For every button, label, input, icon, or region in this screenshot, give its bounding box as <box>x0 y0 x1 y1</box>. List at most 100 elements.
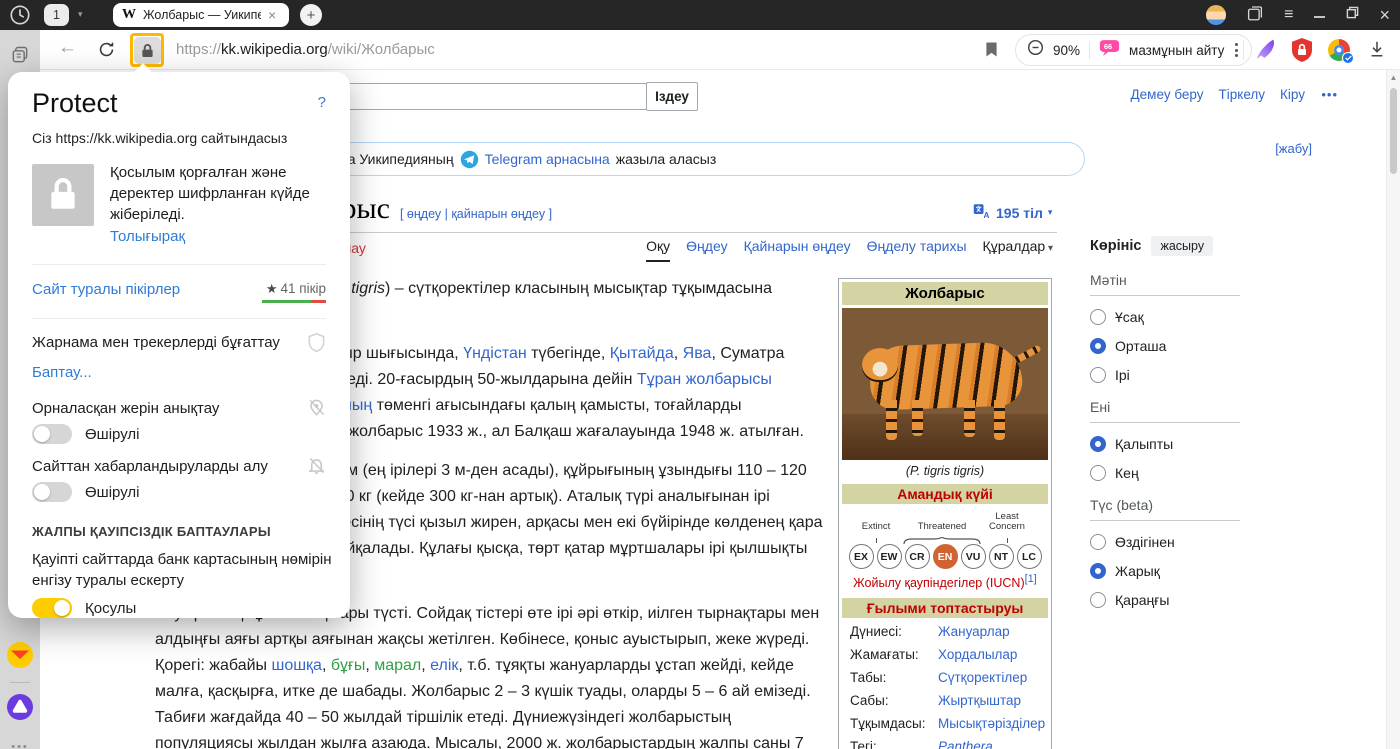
view-tab[interactable]: Оқу <box>646 238 671 262</box>
taxonomy-value[interactable]: Сүтқоректілер <box>938 670 1027 685</box>
wiki-more-options[interactable]: ••• <box>1321 87 1338 102</box>
bookmark-icon[interactable] <box>985 41 998 63</box>
page-scrollbar[interactable]: ▲ <box>1386 70 1400 749</box>
site-reviews-link[interactable]: Сайт туралы пікірлер <box>32 281 180 298</box>
radio-button[interactable] <box>1090 592 1106 608</box>
radio-option[interactable]: Жарық <box>1090 563 1240 579</box>
radio-button[interactable] <box>1090 563 1106 579</box>
zoom-out-icon[interactable] <box>1027 39 1044 61</box>
article-link[interactable]: бұғы <box>331 657 366 674</box>
header-link[interactable]: Тіркелу <box>1219 87 1266 102</box>
radio-option[interactable]: Ірі <box>1090 367 1240 383</box>
radio-button[interactable] <box>1090 465 1106 481</box>
history-icon[interactable] <box>9 4 31 31</box>
tab-close-icon[interactable]: × <box>268 8 276 22</box>
pen-extension-icon[interactable] <box>1254 37 1279 67</box>
status-ref[interactable]: [1] <box>1025 573 1037 585</box>
header-link[interactable]: Демеу беру <box>1131 87 1204 102</box>
view-tab[interactable]: Қайнарын өңдеу <box>744 238 851 260</box>
radio-button[interactable] <box>1090 534 1106 550</box>
view-tab[interactable]: Құралдар <box>983 238 1053 260</box>
close-window-icon[interactable]: × <box>1379 6 1390 24</box>
appearance-hide-button[interactable]: жасыру <box>1151 236 1214 256</box>
taxonomy-label: Табы: <box>850 670 887 685</box>
tab-list-chevron-icon[interactable]: ▾ <box>78 9 83 20</box>
taxonomy-row: Тегі: Panthera <box>850 739 1040 749</box>
article-link[interactable]: Тұран жолбарысы <box>637 371 772 388</box>
connection-more-link[interactable]: Толығырақ <box>110 228 185 245</box>
profile-avatar[interactable] <box>1206 5 1227 25</box>
yandex-mail-icon[interactable] <box>7 642 33 668</box>
site-rating[interactable]: ★ 41 пікір <box>266 281 326 297</box>
read-aloud-button[interactable]: мазмұнын айту <box>1129 43 1224 58</box>
telegram-link[interactable]: Telegram арнасына <box>485 151 610 167</box>
adblock-shield-icon[interactable] <box>1290 37 1314 68</box>
radio-option[interactable]: Ұсақ <box>1090 309 1240 325</box>
bank-warning-toggle[interactable] <box>32 598 72 618</box>
radio-option[interactable]: Кең <box>1090 465 1240 481</box>
pill-more-icon[interactable] <box>1233 43 1240 57</box>
radio-option[interactable]: Орташа <box>1090 338 1240 354</box>
taxonomy-value[interactable]: Жануарлар <box>938 624 1010 639</box>
article-link[interactable]: марал <box>374 657 421 674</box>
view-tab[interactable]: Өңделу тарихы <box>867 238 967 260</box>
taxonomy-label: Тегі: <box>850 739 877 749</box>
location-toggle[interactable] <box>32 424 72 444</box>
status-link[interactable]: Жойылу қаупіндегілер (IUCN) <box>853 576 1024 590</box>
header-link[interactable]: Кіру <box>1280 87 1305 102</box>
radio-option[interactable]: Қалыпты <box>1090 436 1240 452</box>
alice-assistant-icon[interactable] <box>7 694 33 720</box>
article-link[interactable]: елік <box>430 657 458 674</box>
minimize-icon[interactable] <box>1313 6 1326 24</box>
tab-counter[interactable]: 1 <box>44 4 69 26</box>
taxonomy-label: Тұқымдасы: <box>850 716 926 731</box>
back-icon[interactable]: ← <box>58 37 77 59</box>
restore-icon[interactable] <box>1346 6 1359 24</box>
tiger-photo[interactable] <box>842 308 1048 460</box>
menu-icon[interactable]: ≡ <box>1284 7 1293 23</box>
taxonomy-value[interactable]: Хордалылар <box>938 647 1017 662</box>
address-bar[interactable]: https://kk.wikipedia.org/wiki/Жолбарыс <box>176 41 435 58</box>
radio-option[interactable]: Өздігінен <box>1090 534 1240 550</box>
tab-panels-icon[interactable] <box>7 42 33 68</box>
banner-close-link[interactable]: [жабу] <box>1275 141 1312 156</box>
downloads-icon[interactable] <box>1368 40 1386 63</box>
adblock-settings-link[interactable]: Баптау... <box>32 364 92 381</box>
reload-icon[interactable] <box>97 40 116 64</box>
radio-button[interactable] <box>1090 436 1106 452</box>
status-label-threatened: Threatened <box>917 521 967 532</box>
rail-more-icon[interactable]: ••• <box>7 734 33 749</box>
taxobox-title: Жолбарыс <box>842 282 1048 305</box>
new-tab-button[interactable]: + <box>300 4 322 26</box>
browser-tab[interactable]: W Жолбарыс — Уикипедия × <box>113 3 289 27</box>
language-selector[interactable]: A 195 тіл ▾ <box>973 203 1052 222</box>
wiki-search-button[interactable]: Іздеу <box>646 82 698 111</box>
radio-button[interactable] <box>1090 338 1106 354</box>
zoom-level[interactable]: 90% <box>1053 43 1080 58</box>
status-code-en: EN <box>932 544 958 569</box>
protect-help-link[interactable]: ? <box>318 94 326 111</box>
location-off-icon <box>307 398 326 422</box>
article-link[interactable]: Қытайда <box>610 345 674 362</box>
article-link[interactable]: Үндістан <box>463 345 527 362</box>
scroll-thumb[interactable] <box>1390 88 1397 174</box>
article-link[interactable]: Ява <box>683 345 712 362</box>
taxonomy-value[interactable]: Panthera <box>938 739 993 749</box>
article-paragraph: Бауырының тұсы ашық сары түсті. Сойдақ т… <box>155 601 833 749</box>
bank-warning-label: Қауіпті сайттарда банк картасының нөмірі… <box>32 551 332 589</box>
radio-option[interactable]: Қараңғы <box>1090 592 1240 608</box>
notifications-toggle[interactable] <box>32 482 72 502</box>
status-label-extinct: Extinct <box>861 521 891 532</box>
radio-button[interactable] <box>1090 309 1106 325</box>
taxonomy-value[interactable]: Жыртқыштар <box>938 693 1021 708</box>
view-tab[interactable]: Өңдеу <box>686 238 727 260</box>
radio-label: Қараңғы <box>1115 592 1170 608</box>
article-link[interactable]: шошқа <box>271 657 321 674</box>
radio-button[interactable] <box>1090 367 1106 383</box>
scroll-up-arrow[interactable]: ▲ <box>1387 73 1400 82</box>
title-edit-links[interactable]: [ өңдеу | қайнарын өңдеу ] <box>400 207 552 221</box>
collections-icon[interactable] <box>1246 4 1264 27</box>
taxonomy-value[interactable]: Мысықтәрізділер <box>938 716 1045 731</box>
site-lock-icon[interactable] <box>133 36 161 64</box>
browser-sync-icon[interactable] <box>1328 39 1354 64</box>
